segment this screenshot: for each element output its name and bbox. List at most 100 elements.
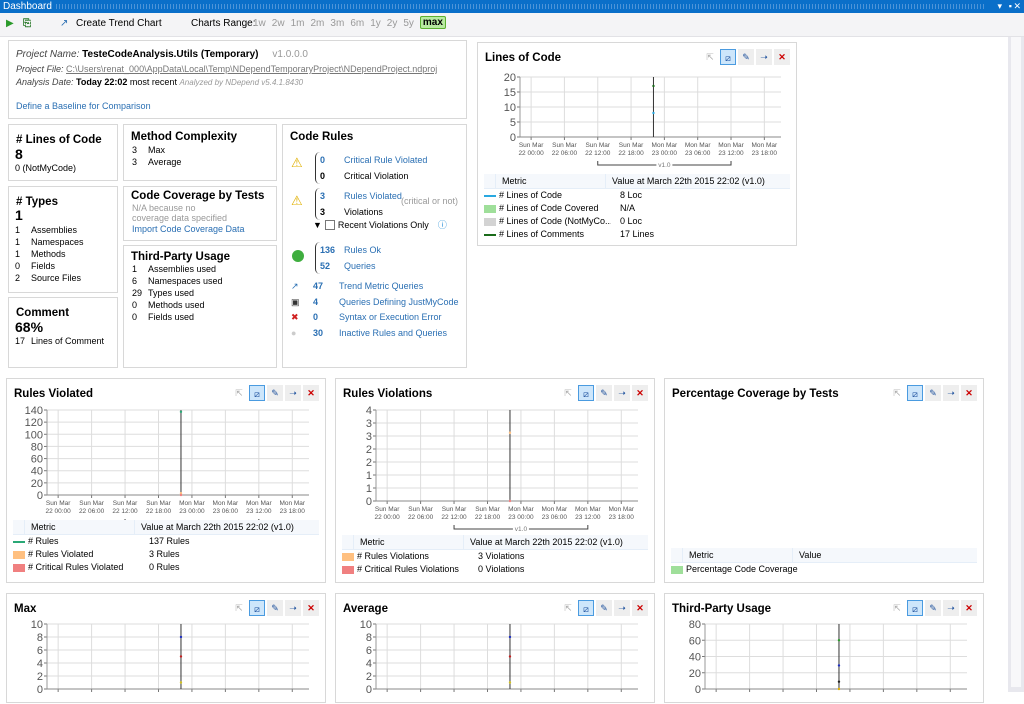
chart-tools: ⇱ ⧄ ✎ ➝ ✕ bbox=[889, 385, 977, 401]
y-tick-label: 0 bbox=[366, 496, 372, 508]
metric-legend-table: Metric Value at March 22th 2015 22:02 (v1… bbox=[13, 520, 319, 574]
x-tick-label: 23 18:00 bbox=[609, 514, 635, 521]
legend-header: Metric Value at March 22th 2015 22:02 (v1… bbox=[484, 174, 790, 189]
version-label: v1.0 bbox=[658, 162, 671, 169]
range-1y[interactable]: 1y bbox=[370, 18, 381, 29]
rule-link[interactable]: Rules Violated bbox=[344, 191, 402, 201]
value-column-header[interactable]: Value at March 22th 2015 22:02 (v1.0) bbox=[464, 535, 648, 549]
range-2m[interactable]: 2m bbox=[311, 18, 325, 29]
vertical-scrollbar[interactable] bbox=[1008, 37, 1024, 692]
range-2y[interactable]: 2y bbox=[387, 18, 398, 29]
series-swatch bbox=[484, 194, 496, 197]
y-tick-label: 6 bbox=[366, 645, 372, 657]
chart-edit-icon[interactable]: ⧄ bbox=[907, 385, 923, 401]
metric-count: 1 bbox=[15, 249, 21, 259]
import-coverage-link[interactable]: Import Code Coverage Data bbox=[132, 223, 245, 235]
series-name: # Rules bbox=[28, 536, 59, 546]
metric-legend-table: Metric Value at March 22th 2015 22:02 (v1… bbox=[342, 535, 648, 576]
y-tick-label: 100 bbox=[25, 429, 43, 441]
define-baseline-link[interactable]: Define a Baseline for Comparison bbox=[16, 100, 151, 112]
warning-icon: ⚠ bbox=[291, 193, 303, 208]
recent-violations-checkbox[interactable] bbox=[324, 220, 335, 230]
legend-row: # Lines of Code 8 Loc bbox=[484, 189, 790, 202]
pin-icon[interactable]: ▪ bbox=[1009, 0, 1012, 13]
arrow-icon[interactable]: ➝ bbox=[943, 385, 959, 401]
rule-link: Violations bbox=[344, 207, 383, 217]
metric-count: 0 bbox=[15, 261, 21, 271]
metric-label: Methods bbox=[31, 249, 66, 259]
legend-row: # Rules Violated 3 Rules bbox=[13, 548, 319, 561]
comment-panel: Comment 68% 17 Lines of Comment bbox=[8, 297, 118, 368]
series-name: # Rules Violations bbox=[357, 551, 429, 561]
run-icon[interactable]: ▶ bbox=[6, 18, 14, 29]
data-point bbox=[179, 410, 183, 414]
data-point bbox=[179, 493, 183, 497]
rule-link[interactable]: Queries Defining JustMyCode bbox=[339, 297, 459, 307]
x-tick-label: Sun Mar bbox=[408, 506, 433, 513]
y-tick-label: 4 bbox=[366, 658, 372, 670]
rule-link[interactable]: Rules Ok bbox=[344, 245, 381, 255]
metric-column-header[interactable]: Metric bbox=[354, 535, 464, 549]
rule-link[interactable]: Inactive Rules and Queries bbox=[339, 328, 447, 338]
y-tick-label: 1 bbox=[366, 483, 372, 495]
range-6m[interactable]: 6m bbox=[350, 18, 364, 29]
rule-link[interactable]: Trend Metric Queries bbox=[339, 281, 423, 291]
project-file-link[interactable]: C:\Users\renat_000\AppData\Local\Temp\ND… bbox=[66, 64, 437, 74]
x-tick-label: 22 18:00 bbox=[618, 150, 644, 157]
dropdown-icon[interactable]: ▾ bbox=[997, 0, 1002, 13]
series-name: Percentage Code Coverage bbox=[686, 564, 798, 574]
range-5y[interactable]: 5y bbox=[403, 18, 414, 29]
refresh-icon[interactable]: ⎘ bbox=[23, 18, 31, 29]
y-tick-label: 4 bbox=[37, 658, 43, 670]
y-tick-label: 3 bbox=[366, 431, 372, 443]
metric-row: 6 Namespaces used bbox=[132, 275, 223, 287]
close-icon[interactable]: ✕ bbox=[961, 385, 977, 401]
value-column-header[interactable]: Value at March 22th 2015 22:02 (v1.0) bbox=[606, 174, 790, 188]
y-tick-label: 4 bbox=[366, 405, 372, 417]
close-icon[interactable]: ✕ bbox=[1013, 0, 1021, 13]
metric-row: 1 Assemblies bbox=[15, 224, 84, 236]
range-3m[interactable]: 3m bbox=[330, 18, 344, 29]
rule-link[interactable]: Queries bbox=[344, 261, 376, 271]
x-tick-label: Mon Mar bbox=[279, 500, 305, 507]
x-tick-label: Sun Mar bbox=[46, 500, 71, 507]
info-icon[interactable]: ⓘ bbox=[438, 219, 447, 231]
y-tick-label: 10 bbox=[360, 619, 372, 631]
series-swatch bbox=[13, 540, 25, 543]
legend-row: # Rules 137 Rules bbox=[13, 535, 319, 548]
rule-link[interactable]: Syntax or Execution Error bbox=[339, 312, 442, 322]
scrollbar-thumb[interactable] bbox=[1011, 37, 1021, 687]
recent-violations-label[interactable]: Recent Violations Only bbox=[338, 219, 429, 231]
x-tick-label: Sun Mar bbox=[585, 142, 610, 149]
range-2w[interactable]: 2w bbox=[272, 18, 285, 29]
rule-link[interactable]: Critical Rule Violated bbox=[344, 155, 427, 165]
metric-label: Assemblies used bbox=[148, 264, 217, 274]
metric-count: 1 bbox=[15, 225, 21, 235]
value-column-header[interactable]: Value bbox=[793, 548, 977, 562]
y-tick-label: 10 bbox=[504, 102, 516, 114]
legend-row: Percentage Code Coverage bbox=[671, 563, 977, 576]
project-info-panel: Project Name: TesteCodeAnalysis.Utils (T… bbox=[8, 40, 467, 119]
data-point bbox=[508, 681, 512, 684]
metric-column-header[interactable]: Metric bbox=[683, 548, 793, 562]
charts-range-label: Charts Range: bbox=[191, 18, 256, 29]
rule-row: ✖ 0 Syntax or Execution Error bbox=[291, 310, 459, 326]
metric-row: 1 Namespaces bbox=[15, 236, 84, 248]
x-tick-label: 22 06:00 bbox=[79, 508, 105, 515]
pencil-icon[interactable]: ✎ bbox=[925, 385, 941, 401]
metric-column-header[interactable]: Metric bbox=[25, 520, 135, 534]
rule-count: 47 bbox=[313, 281, 324, 291]
chart-plot: 0 20 40 60 80 bbox=[689, 619, 967, 696]
chart-panel: Max ⇱ ⧄ ✎ ➝ ✕ 0 2 4 6 8 10 bbox=[6, 593, 326, 703]
range-1w[interactable]: 1w bbox=[253, 18, 266, 29]
create-trend-chart-button[interactable]: Create Trend Chart bbox=[76, 18, 162, 29]
pointer-icon[interactable]: ⇱ bbox=[889, 385, 905, 401]
range-max[interactable]: max bbox=[419, 16, 446, 29]
x-tick-label: 22 00:00 bbox=[45, 508, 71, 515]
x-tick-label: Sun Mar bbox=[519, 142, 544, 149]
range-1m[interactable]: 1m bbox=[291, 18, 305, 29]
series-value: 137 Rules bbox=[149, 536, 190, 546]
metric-column-header[interactable]: Metric bbox=[496, 174, 606, 188]
rule-count: 0 bbox=[320, 171, 326, 181]
value-column-header[interactable]: Value at March 22th 2015 22:02 (v1.0) bbox=[135, 520, 319, 534]
